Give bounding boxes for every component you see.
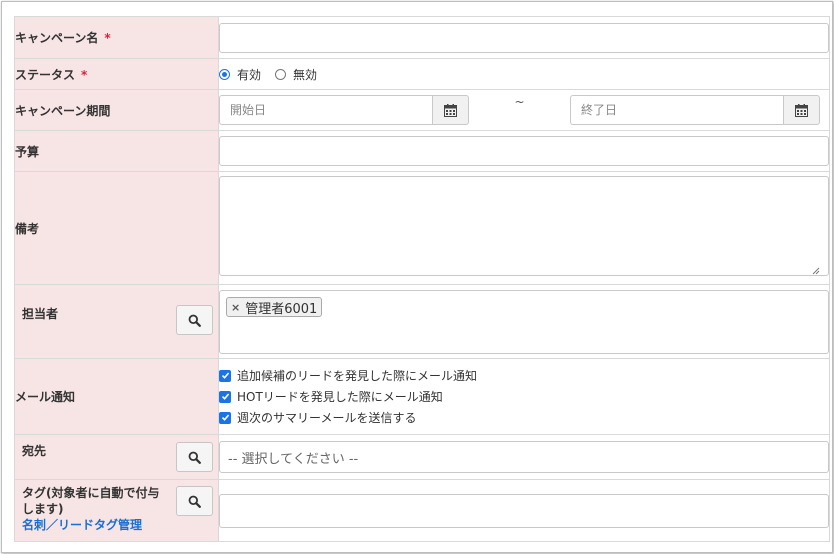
- search-icon: [188, 495, 201, 508]
- tag-management-link[interactable]: 名刺／リードタグ管理: [22, 518, 142, 532]
- recipient-search-button[interactable]: [176, 442, 213, 472]
- close-icon[interactable]: ×: [231, 301, 240, 314]
- search-icon: [188, 314, 201, 327]
- status-radio-inactive-label[interactable]: 無効: [293, 66, 317, 83]
- check-icon: [221, 372, 229, 379]
- row-notes: 備考: [14, 171, 830, 285]
- recipient-label: 宛先: [22, 444, 47, 458]
- required-mark: *: [81, 67, 88, 82]
- end-date-input[interactable]: [570, 95, 783, 125]
- owner-tag-text: 管理者6001: [245, 301, 318, 317]
- campaign-form: キャンペーン名 * ステータス * 有効 無効 キャンペーン期間 開始日 ~ 終…: [14, 16, 830, 542]
- row-status: ステータス * 有効 無効: [14, 58, 830, 90]
- budget-input[interactable]: [219, 136, 829, 166]
- calendar-icon: [795, 103, 808, 117]
- mail-option-checkbox[interactable]: [219, 411, 231, 424]
- notes-textarea[interactable]: [219, 176, 829, 276]
- start-date-input[interactable]: [219, 95, 432, 125]
- campaign-name-input[interactable]: [219, 22, 829, 53]
- mail-option-row[interactable]: HOTリードを発見した際にメール通知: [219, 386, 829, 407]
- owner-tag-input[interactable]: × 管理者6001: [219, 289, 829, 354]
- status-radio-group: 有効 無効: [219, 64, 829, 84]
- row-recipient: 宛先 -- 選択してください --: [14, 434, 830, 480]
- tag-label-block: タグ(対象者に自動で付与します) 名刺／リードタグ管理: [22, 485, 162, 533]
- notes-label-cell: 備考: [14, 171, 219, 285]
- mail-option-label[interactable]: HOTリードを発見した際にメール通知: [237, 388, 443, 405]
- resize-handle-icon[interactable]: [812, 267, 820, 275]
- notes-label: 備考: [15, 221, 40, 236]
- budget-label-cell: 予算: [14, 130, 219, 172]
- row-campaign-name: キャンペーン名 *: [14, 16, 830, 59]
- mail-option-row[interactable]: 追加候補のリードを発見した際にメール通知: [219, 365, 829, 386]
- status-label: ステータス: [15, 67, 76, 82]
- status-field-cell: 有効 無効: [218, 58, 830, 90]
- mail-option-checkbox[interactable]: [219, 390, 231, 403]
- recipient-label-cell: 宛先: [14, 434, 219, 480]
- tag-search-button[interactable]: [176, 486, 213, 516]
- start-date-group: [219, 95, 469, 125]
- check-icon: [221, 393, 229, 400]
- mail-option-checkbox[interactable]: [219, 369, 231, 382]
- budget-field-cell: [218, 130, 830, 172]
- recipient-field-cell: -- 選択してください --: [218, 434, 830, 480]
- period-separator: ~: [514, 95, 525, 109]
- check-icon: [221, 414, 229, 421]
- period-range: ~: [219, 95, 829, 125]
- mail-notify-label: メール通知: [15, 390, 76, 404]
- end-date-calendar-button[interactable]: [783, 95, 820, 125]
- row-tag: タグ(対象者に自動で付与します) 名刺／リードタグ管理: [14, 479, 830, 542]
- period-field-cell: ~: [218, 89, 830, 131]
- owner-label: 担当者: [22, 307, 59, 321]
- row-mail-notify: メール通知 追加候補のリードを発見した際にメール通知 HOTリードを発見した際に…: [14, 358, 830, 435]
- recipient-select[interactable]: -- 選択してください --: [219, 441, 829, 473]
- row-budget: 予算: [14, 130, 830, 172]
- status-radio-active[interactable]: [219, 68, 230, 80]
- required-mark: *: [104, 31, 111, 45]
- mail-notify-label-cell: メール通知: [14, 358, 219, 435]
- campaign-name-field-cell: [218, 16, 830, 59]
- row-period: キャンペーン期間 ~: [14, 89, 830, 131]
- row-owner: 担当者 × 管理者6001: [14, 284, 830, 359]
- budget-label: 予算: [15, 144, 40, 159]
- tag-label: タグ(対象者に自動で付与します): [22, 486, 160, 516]
- period-label: キャンペーン期間: [15, 103, 111, 118]
- campaign-name-label-cell: キャンペーン名 *: [14, 16, 219, 59]
- mail-option-label[interactable]: 追加候補のリードを発見した際にメール通知: [237, 367, 477, 384]
- owner-tag-chip: × 管理者6001: [226, 297, 323, 317]
- search-icon: [188, 451, 201, 464]
- owner-label-cell: 担当者: [14, 284, 219, 359]
- recipient-select-value: -- 選択してください --: [228, 451, 359, 467]
- end-date-group: [570, 95, 820, 125]
- tag-input[interactable]: [219, 493, 829, 528]
- period-label-cell: キャンペーン期間: [14, 89, 219, 131]
- start-date-calendar-button[interactable]: [432, 95, 469, 125]
- mail-option-label[interactable]: 週次のサマリーメールを送信する: [237, 409, 417, 426]
- tag-field-cell: [218, 479, 830, 542]
- mail-option-row[interactable]: 週次のサマリーメールを送信する: [219, 407, 829, 428]
- status-label-cell: ステータス *: [14, 58, 219, 90]
- tag-label-cell: タグ(対象者に自動で付与します) 名刺／リードタグ管理: [14, 479, 219, 542]
- status-radio-active-label[interactable]: 有効: [237, 66, 261, 83]
- owner-search-button[interactable]: [176, 305, 213, 335]
- mail-notify-field-cell: 追加候補のリードを発見した際にメール通知 HOTリードを発見した際にメール通知 …: [218, 358, 830, 435]
- calendar-icon: [444, 103, 457, 117]
- owner-field-cell: × 管理者6001: [218, 284, 830, 359]
- status-radio-inactive[interactable]: [275, 68, 287, 80]
- form-panel: キャンペーン名 * ステータス * 有効 無効 キャンペーン期間 開始日 ~ 終…: [1, 1, 833, 553]
- campaign-name-label: キャンペーン名: [15, 31, 99, 45]
- notes-field-cell: [218, 171, 830, 285]
